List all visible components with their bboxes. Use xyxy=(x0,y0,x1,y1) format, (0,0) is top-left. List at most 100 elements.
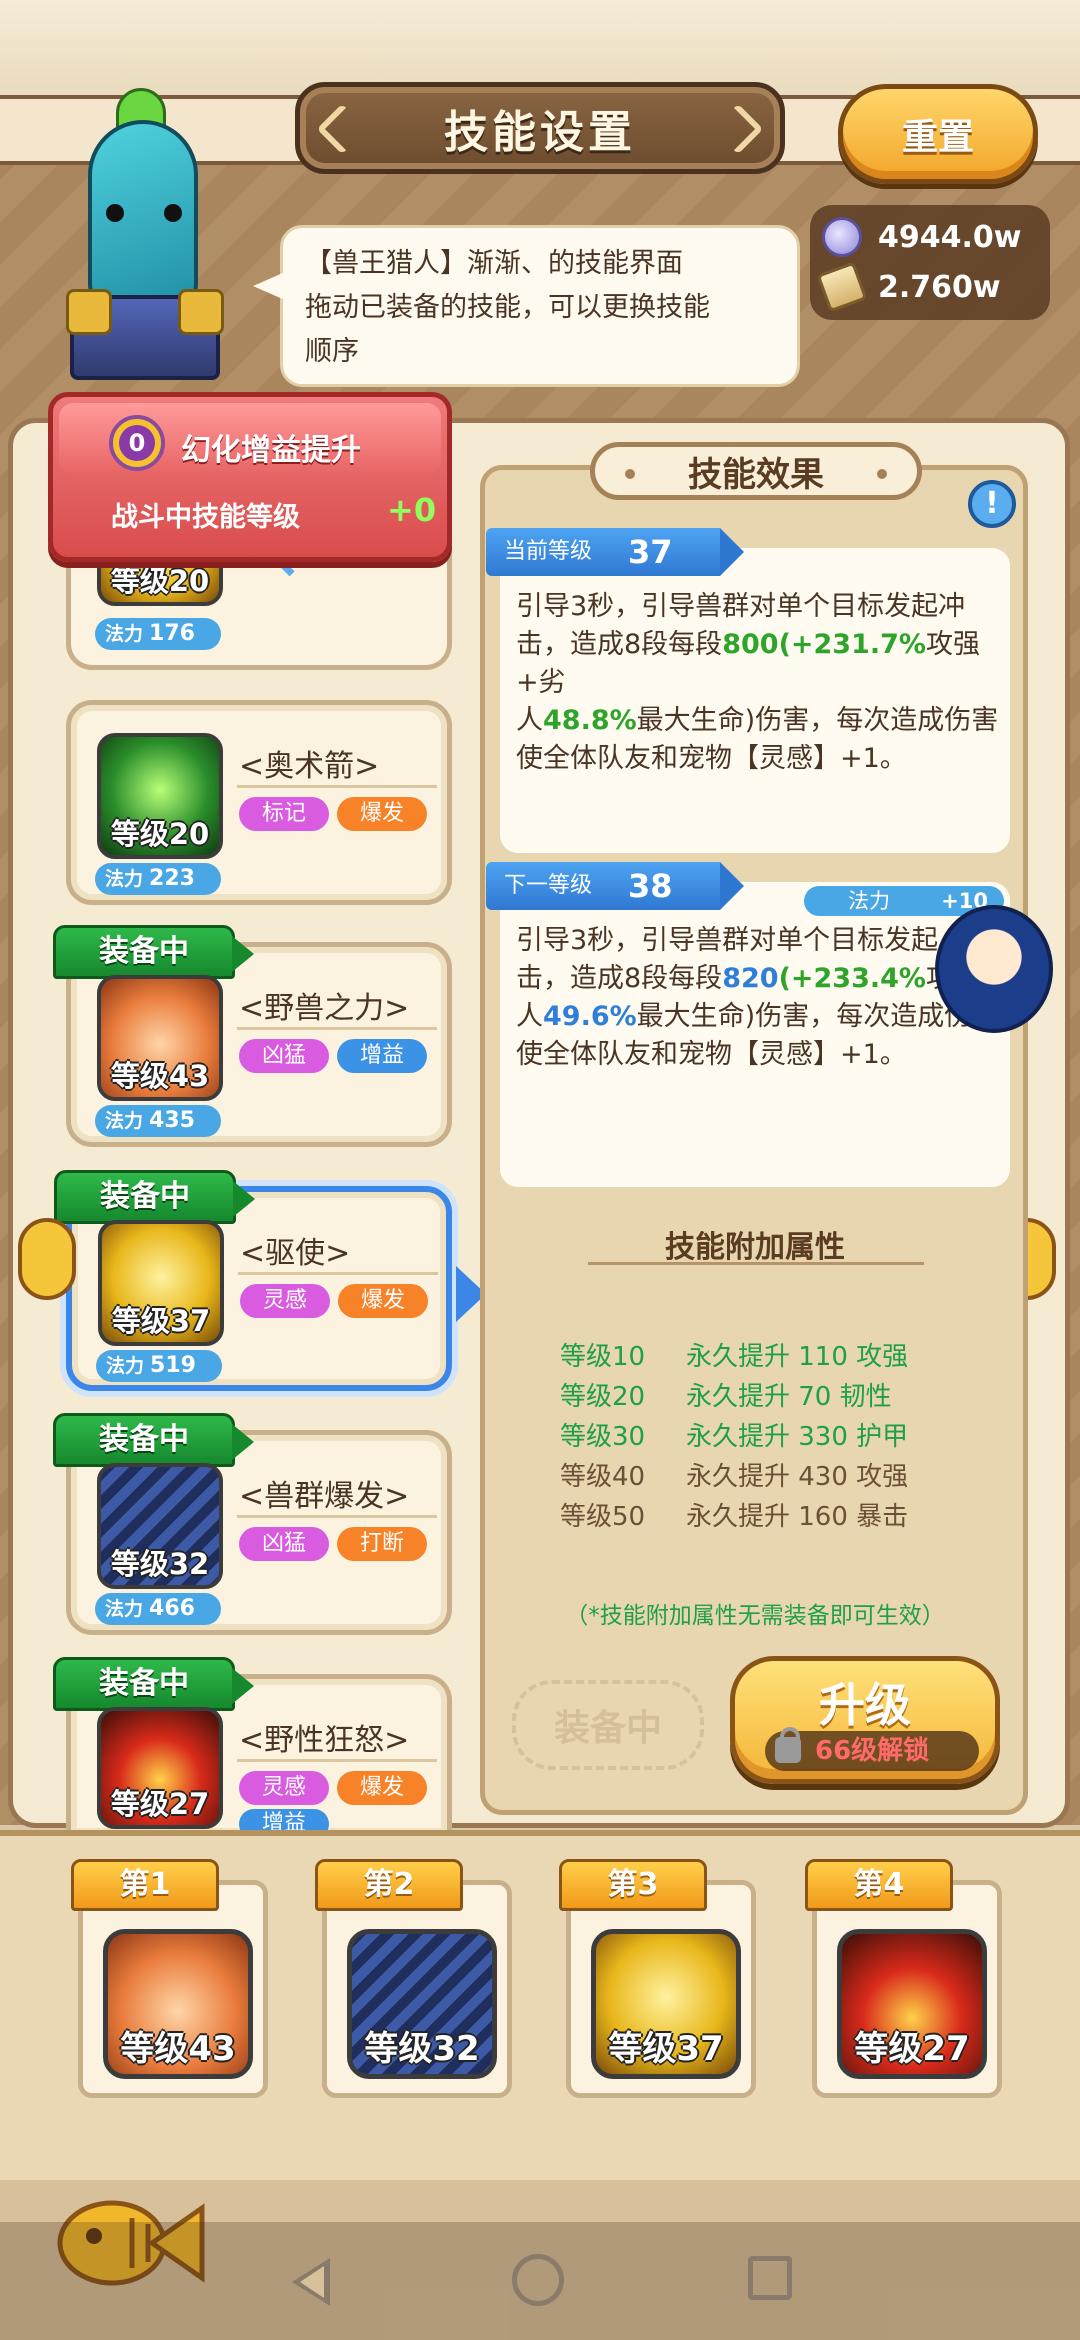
bonus-level: 等级40 xyxy=(560,1462,646,1492)
bonus-level: 等级50 xyxy=(560,1502,646,1532)
info-button[interactable]: ! xyxy=(968,480,1016,528)
slot-1[interactable]: 第1 等级43 xyxy=(71,1859,268,2098)
upgrade-button[interactable]: 升级 66级解锁 xyxy=(730,1656,1000,1784)
divider xyxy=(237,1515,437,1518)
bonus-effect: 永久提升 330 护甲 xyxy=(686,1422,909,1452)
mana-bonus-label: 法力 xyxy=(848,889,890,913)
bonus-level: 等级10 xyxy=(560,1342,646,1372)
slot-level: 等级27 xyxy=(854,2029,970,2069)
divider xyxy=(588,1262,924,1265)
slot-label: 第4 xyxy=(805,1859,953,1911)
desc-highlight: 820 xyxy=(722,963,779,994)
desc-highlight: 49.6% xyxy=(543,1001,637,1032)
buff-value: +0 xyxy=(387,491,437,529)
mana-label: 法力 xyxy=(106,1355,145,1377)
next-level-description: 引导3秒，引导兽群对单个目标发起 击，造成8段每段820(+233.4%攻强 人… xyxy=(516,922,1006,1074)
mana-pill: 法力 223 xyxy=(95,863,221,895)
skill-tag: 爆发 xyxy=(337,797,427,831)
scroll-amount: 2.760w xyxy=(878,269,1001,305)
divider xyxy=(237,1027,437,1030)
skill-icon: 等级27 xyxy=(97,1707,223,1829)
skill-card-command[interactable]: 装备中 等级37 法力 519 <驱使> 灵感 爆发 xyxy=(54,1170,452,1391)
desc-line: 人49.6%最大生命)伤害，每次造成伤 xyxy=(516,998,1006,1036)
bonus-row: 等级30 永久提升 330 护甲 xyxy=(560,1416,908,1453)
buff-badge-icon: 0 xyxy=(109,415,165,471)
reset-button[interactable]: 重置 xyxy=(838,84,1038,184)
fish-character-avatar xyxy=(66,88,224,380)
unlock-text: 66级解锁 xyxy=(815,1736,930,1766)
skill-level: 等级20 xyxy=(110,564,210,598)
slot-2[interactable]: 第2 等级32 xyxy=(315,1859,512,2098)
skill-tag: 打断 xyxy=(337,1527,427,1561)
mana-pill: 法力 519 xyxy=(96,1350,222,1382)
skill-level: 等级27 xyxy=(110,1787,210,1821)
scroll-left-arrow[interactable] xyxy=(18,1218,76,1300)
skill-card-beast-power[interactable]: 装备中 等级43 法力 435 <野兽之力> 凶猛 增益 xyxy=(53,925,452,1147)
bonus-effect: 永久提升 110 攻强 xyxy=(686,1342,909,1372)
slot-skill-icon: 等级37 xyxy=(591,1929,741,2079)
skill-icon: 等级20 xyxy=(97,733,223,859)
bonus-effect: 永久提升 70 韧性 xyxy=(686,1382,892,1412)
desc-text: 最大生命)伤害，每次造成伤 xyxy=(636,1001,972,1032)
divider xyxy=(237,1759,437,1762)
slot-label: 第2 xyxy=(315,1859,463,1911)
mana-label: 法力 xyxy=(105,1598,144,1620)
desc-text: 击，造成8段每段 xyxy=(516,963,723,994)
divider xyxy=(237,785,437,788)
next-level-box: 下一等级 38 法力 +10 引导3秒，引导兽群对单个目标发起 击，造成8段每段… xyxy=(486,862,1010,1187)
skill-card-wild-rage[interactable]: 装备中 等级27 <野性狂怒> 灵感 爆发 增益 xyxy=(53,1657,452,1839)
title-plaque: 技能设置 xyxy=(295,82,785,174)
equipped-ribbon: 装备中 xyxy=(53,1413,254,1467)
divider xyxy=(238,1272,438,1275)
desc-line: 击，造成8段每段800(+231.7%攻强+劣 xyxy=(516,626,1006,702)
transform-buff-panel[interactable]: 0 幻化增益提升 战斗中技能等级 +0 xyxy=(48,392,452,562)
desc-line: 人48.8%最大生命)伤害，每次造成伤害 xyxy=(516,702,1006,740)
skill-name: <驱使> xyxy=(240,1236,351,1271)
mana-label: 法力 xyxy=(105,623,144,645)
skill-icon: 等级43 xyxy=(97,975,223,1101)
current-level-description: 引导3秒，引导兽群对单个目标发起冲 击，造成8段每段800(+231.7%攻强+… xyxy=(516,588,1006,778)
currency-row-scroll: 2.760w xyxy=(816,261,1001,313)
buff-badge-value: 0 xyxy=(119,425,155,461)
skill-level: 等级37 xyxy=(111,1304,211,1338)
fish-eye xyxy=(164,204,182,222)
fish-armor xyxy=(66,289,224,380)
desc-highlight: 48.8% xyxy=(543,705,637,736)
top-band xyxy=(0,0,1080,95)
slot-skill-icon: 等级32 xyxy=(347,1929,497,2079)
bonus-effect: 永久提升 430 攻强 xyxy=(686,1462,909,1492)
bonus-row: 等级20 永久提升 70 韧性 xyxy=(560,1376,892,1413)
skill-card-arcane-arrow[interactable]: 等级20 法力 223 <奥术箭> 标记 爆发 xyxy=(66,700,452,905)
home-icon[interactable] xyxy=(512,2254,564,2306)
back-icon[interactable] xyxy=(292,2258,330,2306)
skill-name: <野兽之力> xyxy=(239,991,410,1026)
mana-value: 466 xyxy=(149,1596,195,1621)
current-level-ribbon: 当前等级 37 xyxy=(486,528,744,576)
skill-card-pack-burst[interactable]: 装备中 等级32 法力 466 <兽群爆发> 凶猛 打断 xyxy=(53,1413,452,1635)
currency-panel: 4944.0w 2.760w xyxy=(810,205,1050,320)
currency-row-gem: 4944.0w xyxy=(822,213,1021,261)
gem-amount: 4944.0w xyxy=(878,219,1022,255)
equipped-ribbon: 装备中 xyxy=(53,925,254,979)
equip-button[interactable]: 装备中 xyxy=(512,1680,704,1770)
buff-subtitle: 战斗中技能等级 xyxy=(111,502,300,533)
slot-level: 等级43 xyxy=(120,2029,236,2069)
desc-highlight: (+233.4% xyxy=(778,963,926,994)
bubble-line-3: 顺序 xyxy=(305,336,359,367)
skill-tag: 增益 xyxy=(337,1039,427,1073)
mana-value: 176 xyxy=(149,621,195,646)
skill-level: 等级20 xyxy=(110,817,210,851)
current-level-box: 当前等级 37 引导3秒，引导兽群对单个目标发起冲 击，造成8段每段800(+2… xyxy=(486,528,1010,853)
skill-tag: 凶猛 xyxy=(239,1039,329,1073)
recent-apps-icon[interactable] xyxy=(748,2256,792,2300)
skill-tag: 凶猛 xyxy=(239,1527,329,1561)
slot-3[interactable]: 第3 等级37 xyxy=(559,1859,756,2098)
skill-tag: 灵感 xyxy=(239,1771,329,1805)
skill-name: <兽群爆发> xyxy=(239,1479,410,1514)
slot-level: 等级32 xyxy=(364,2029,480,2069)
desc-highlight: 800 xyxy=(722,629,779,660)
slot-4[interactable]: 第4 等级27 xyxy=(805,1859,1002,2098)
bubble-line-2: 拖动已装备的技能，可以更换技能 xyxy=(305,292,710,323)
desc-line: 引导3秒，引导兽群对单个目标发起 xyxy=(516,925,939,956)
skill-tag: 标记 xyxy=(239,797,329,831)
